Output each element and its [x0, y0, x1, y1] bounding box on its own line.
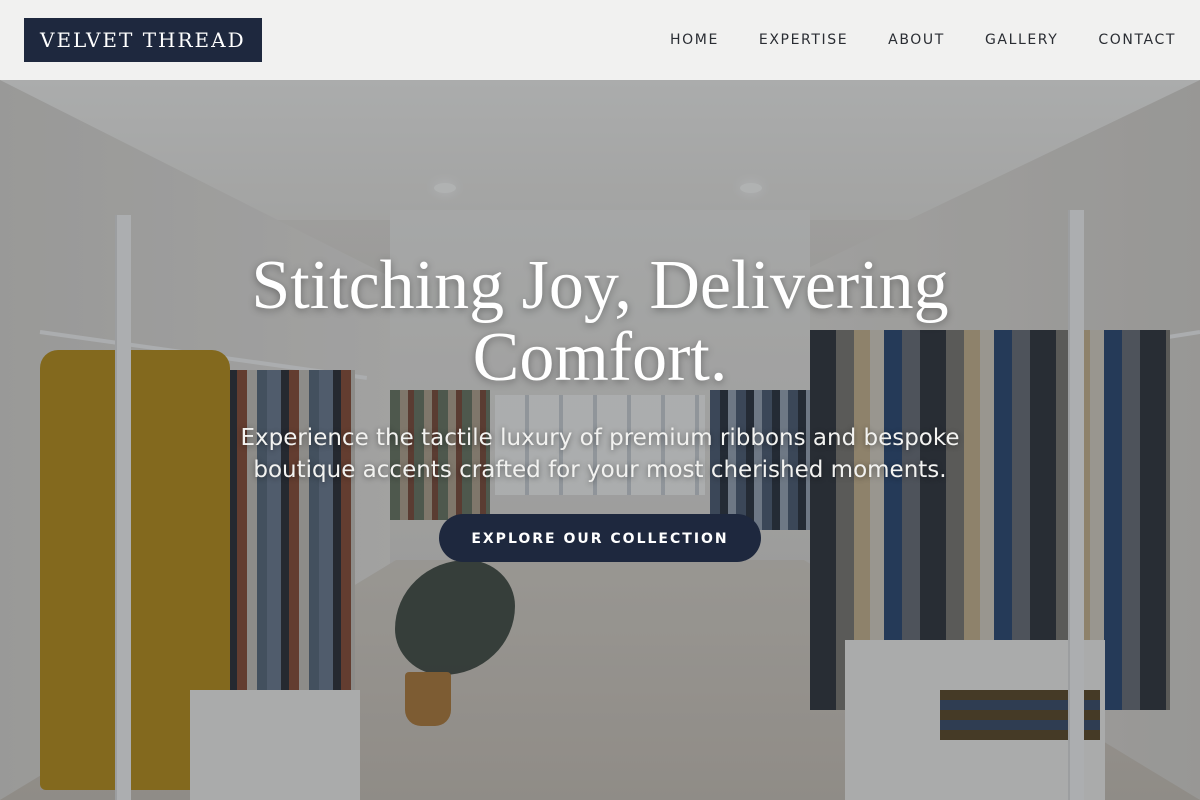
hero-title: Stitching Joy, Delivering Comfort. [251, 247, 949, 396]
nav-contact-link[interactable]: CONTACT [1098, 32, 1176, 48]
hero-section: Stitching Joy, Delivering Comfort. Exper… [0, 250, 1200, 562]
nav-about-link[interactable]: ABOUT [888, 32, 945, 48]
nav-home-link[interactable]: HOME [670, 32, 719, 48]
hero-subtitle: Experience the tactile luxury of premium… [240, 425, 960, 483]
nav-expertise-link[interactable]: EXPERTISE [759, 32, 848, 48]
explore-collection-button[interactable]: EXPLORE OUR COLLECTION [439, 514, 761, 562]
nav-gallery-link[interactable]: GALLERY [985, 32, 1058, 48]
site-header: VELVET THREAD HOME EXPERTISE ABOUT GALLE… [0, 0, 1200, 80]
main-nav: HOME EXPERTISE ABOUT GALLERY CONTACT [670, 0, 1176, 80]
brand-logo[interactable]: VELVET THREAD [24, 18, 262, 62]
